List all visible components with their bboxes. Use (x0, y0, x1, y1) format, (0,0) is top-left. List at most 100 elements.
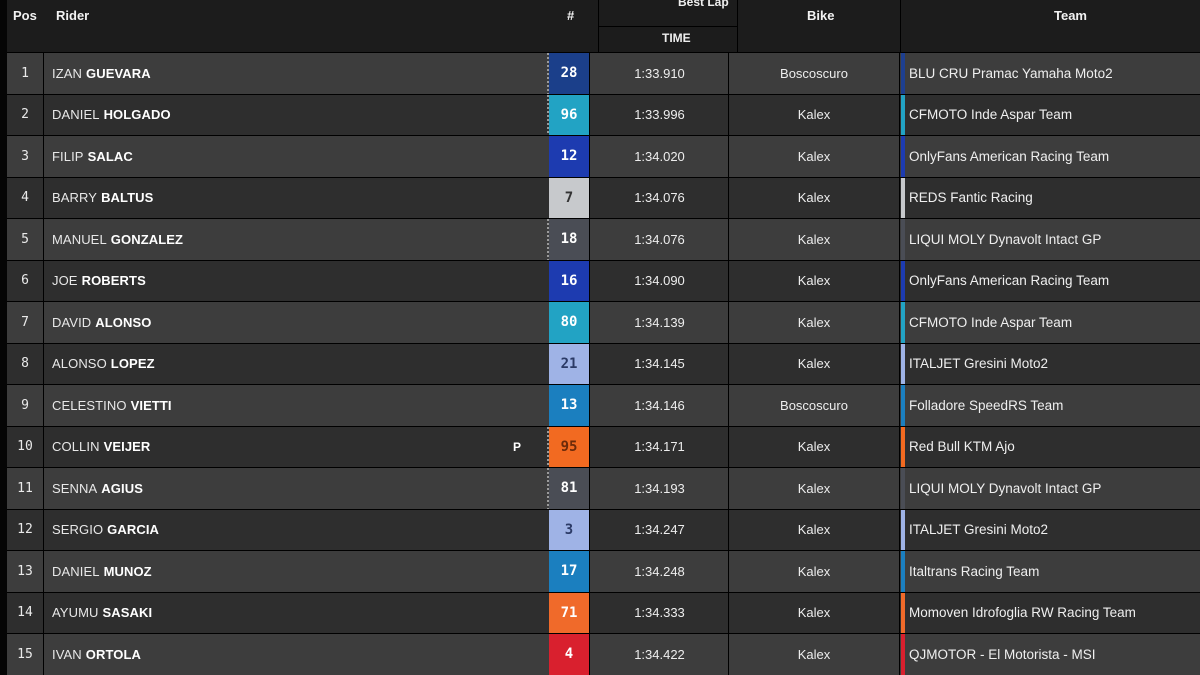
rider-first-name: IZAN (52, 65, 83, 81)
rider-last-name: HOLGADO (103, 107, 171, 123)
bike-manufacturer: Boscoscuro (729, 385, 900, 426)
rider-name[interactable]: JOE ROBERTS (52, 261, 146, 302)
team-name[interactable]: LIQUI MOLY Dynavolt Intact GP (909, 219, 1101, 260)
rider-name[interactable]: CELESTINO VIETTI (52, 385, 172, 426)
rider-name[interactable]: BARRY BALTUS (52, 178, 153, 219)
table-row[interactable]: 12 SERGIO GARCIA 3 1:34.247 Kalex ITALJET Gres… (7, 508, 1200, 551)
position-cell: 3 (7, 136, 44, 177)
team-name[interactable]: OnlyFans American Racing Team (909, 136, 1109, 177)
bike-manufacturer: Kalex (729, 260, 900, 302)
rider-name[interactable]: DAVID ALONSO (52, 302, 151, 343)
team-name[interactable]: Folladore SpeedRS Team (909, 385, 1063, 426)
position-cell: 11 (7, 468, 44, 509)
team-name[interactable]: QJMOTOR - El Motorista - MSI (909, 634, 1096, 675)
team-name[interactable]: OnlyFans American Racing Team (909, 261, 1109, 302)
results-table-body: 1 IZAN GUEVARA 28 1:33.910 Boscoscuro BLU CRU … (7, 52, 1200, 675)
table-row[interactable]: 7 DAVID ALONSO 80 1:34.139 Kalex CFMOTO Inde A… (7, 301, 1200, 343)
table-row[interactable]: 13 DANIEL MUNOZ 17 1:34.248 Kalex Italtrans Ra… (7, 550, 1200, 592)
rider-name[interactable]: FILIP SALAC (52, 136, 133, 177)
table-row[interactable]: 14 AYUMU SASAKI 71 1:34.333 Kalex Momoven Idro… (7, 591, 1200, 634)
best-lap-time: 1:33.996 (591, 94, 729, 136)
rider-first-name: DAVID (52, 314, 92, 330)
table-row[interactable]: 4 BARRY BALTUS 7 1:34.076 Kalex REDS Fantic Ra… (7, 176, 1200, 219)
rider-name[interactable]: SERGIO GARCIA (52, 510, 159, 551)
best-lap-time: 1:34.247 (591, 509, 729, 551)
rider-name[interactable]: MANUEL GONZALEZ (52, 219, 183, 260)
team-name[interactable]: Momoven Idrofoglia RW Racing Team (909, 593, 1136, 634)
rider-number-badge: 17 (549, 551, 590, 592)
table-row[interactable]: 8 ALONSO LOPEZ 21 1:34.145 Kalex ITALJET Gresi… (7, 342, 1200, 385)
team-name[interactable]: CFMOTO Inde Aspar Team (909, 302, 1072, 343)
rider-last-name: ROBERTS (81, 273, 146, 289)
table-row[interactable]: 10 COLLIN VEIJER P 95 1:34.171 Kalex Red Bull K… (7, 425, 1200, 468)
header-best-lap[interactable]: Best Lap TIME (598, 0, 738, 52)
bike-manufacturer: Kalex (729, 136, 900, 177)
rider-name[interactable]: DANIEL HOLGADO (52, 95, 171, 136)
team-name[interactable]: Italtrans Racing Team (909, 551, 1039, 592)
best-lap-time: 1:34.090 (591, 260, 729, 302)
rider-number-badge: 81 (549, 468, 590, 509)
bike-manufacturer: Kalex (729, 634, 900, 675)
rider-first-name: FILIP (52, 148, 84, 164)
rider-number-badge: 96 (549, 94, 590, 136)
table-row[interactable]: 15 IVAN ORTOLA 4 1:34.422 Kalex QJMOTOR - El M… (7, 633, 1200, 675)
bike-manufacturer: Kalex (729, 343, 900, 385)
rider-number-badge: 7 (549, 177, 590, 219)
rider-last-name: ORTOLA (85, 646, 142, 662)
team-name[interactable]: REDS Fantic Racing (909, 178, 1033, 219)
team-name[interactable]: ITALJET Gresini Moto2 (909, 510, 1048, 551)
header-rider-label: Rider (56, 8, 90, 23)
best-lap-time: 1:34.333 (591, 592, 729, 634)
table-row[interactable]: 3 FILIP SALAC 12 1:34.020 Kalex OnlyFans Ameri… (7, 135, 1200, 177)
team-name[interactable]: BLU CRU Pramac Yamaha Moto2 (909, 53, 1113, 94)
team-name[interactable]: CFMOTO Inde Aspar Team (909, 95, 1072, 136)
rider-number-badge: 3 (549, 509, 590, 551)
rider-last-name: AGIUS (101, 480, 143, 496)
header-pos-label: Pos (13, 8, 37, 23)
rider-name[interactable]: IZAN GUEVARA (52, 53, 151, 94)
position-cell: 14 (7, 592, 44, 634)
position-cell: 1 (7, 53, 44, 94)
team-color-bar (901, 426, 905, 468)
team-name[interactable]: Red Bull KTM Ajo (909, 427, 1015, 468)
bike-manufacturer: Kalex (729, 592, 900, 634)
bike-manufacturer: Boscoscuro (729, 53, 900, 94)
rider-first-name: SENNA (52, 480, 98, 496)
rider-name[interactable]: COLLIN VEIJER (52, 427, 150, 468)
best-lap-time: 1:34.146 (591, 385, 729, 426)
rider-name[interactable]: DANIEL MUNOZ (52, 551, 152, 592)
position-cell: 10 (7, 426, 44, 468)
header-team-label: Team (1054, 8, 1087, 23)
team-name[interactable]: LIQUI MOLY Dynavolt Intact GP (909, 468, 1101, 509)
rider-name[interactable]: SENNA AGIUS (52, 468, 143, 509)
table-row[interactable]: 1 IZAN GUEVARA 28 1:33.910 Boscoscuro BLU CRU … (7, 52, 1200, 94)
rider-name[interactable]: ALONSO LOPEZ (52, 344, 155, 385)
team-color-bar (901, 94, 905, 136)
rider-last-name: VEIJER (103, 439, 151, 455)
rider-last-name: MUNOZ (103, 563, 152, 579)
table-row[interactable]: 5 MANUEL GONZALEZ 18 1:34.076 Kalex LIQUI MOLY… (7, 218, 1200, 260)
table-row[interactable]: 6 JOE ROBERTS 16 1:34.090 Kalex OnlyFans Ameri… (7, 259, 1200, 302)
rider-number-badge: 16 (549, 260, 590, 302)
table-row[interactable]: 11 SENNA AGIUS 81 1:34.193 Kalex LIQUI MOLY Dy… (7, 467, 1200, 509)
header-divider (900, 0, 901, 52)
team-name[interactable]: ITALJET Gresini Moto2 (909, 344, 1048, 385)
rider-last-name: SALAC (87, 148, 133, 164)
best-lap-time: 1:34.422 (591, 634, 729, 675)
rider-last-name: SASAKI (102, 605, 153, 621)
table-row[interactable]: 9 CELESTINO VIETTI 13 1:34.146 Boscoscuro Foll… (7, 384, 1200, 426)
rider-first-name: AYUMU (52, 605, 99, 621)
position-cell: 12 (7, 509, 44, 551)
position-cell: 7 (7, 302, 44, 343)
table-header: Pos Rider # Best Lap TIME Bike Team (7, 0, 1200, 52)
team-color-bar (901, 260, 905, 302)
team-color-bar (901, 136, 905, 177)
table-row[interactable]: 2 DANIEL HOLGADO 96 1:33.996 Kalex CFMOTO Inde… (7, 93, 1200, 136)
rider-first-name: DANIEL (52, 107, 100, 123)
header-best-lap-label: Best Lap (678, 0, 729, 9)
rider-name[interactable]: IVAN ORTOLA (52, 634, 141, 675)
rider-number-badge: 80 (549, 302, 590, 343)
rider-first-name: JOE (52, 273, 78, 289)
best-lap-time: 1:34.145 (591, 343, 729, 385)
rider-name[interactable]: AYUMU SASAKI (52, 593, 152, 634)
